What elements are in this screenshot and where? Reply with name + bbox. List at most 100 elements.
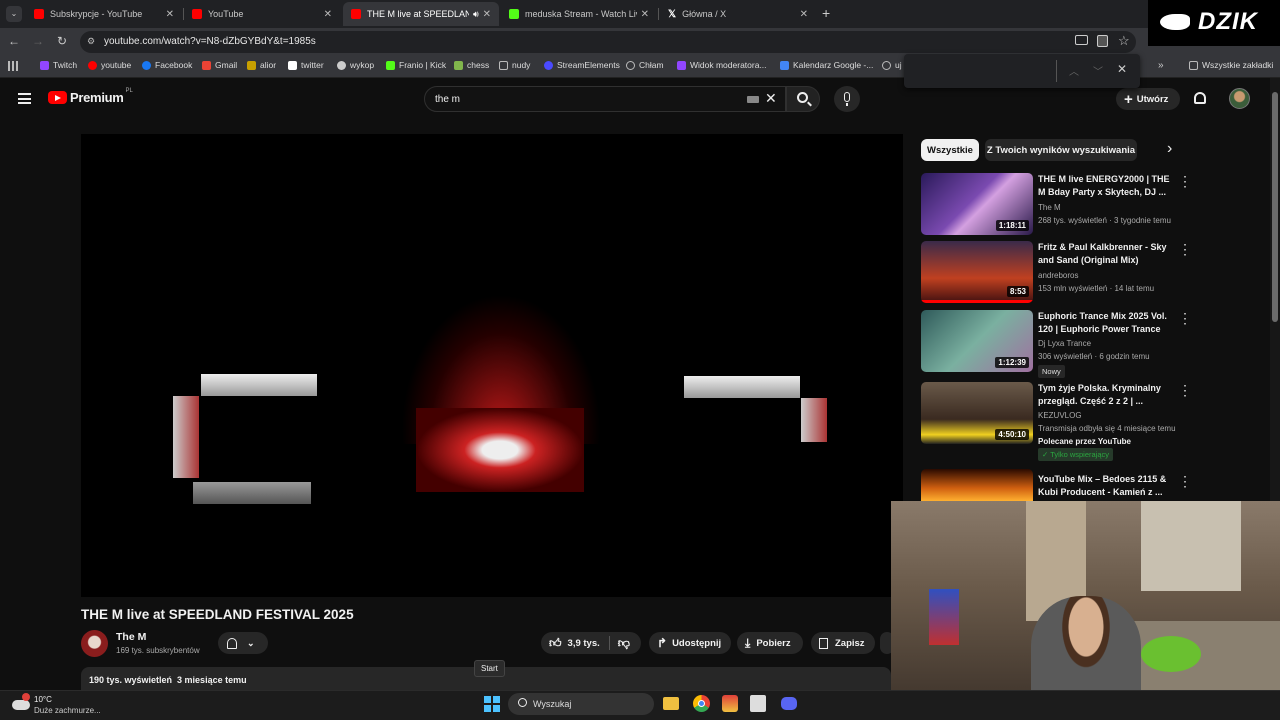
weather-widget[interactable]: 10°C Duże zachmurze... bbox=[10, 692, 110, 718]
find-in-page-bar: ︿ ﹀ ✕ bbox=[904, 54, 1140, 88]
reading-mode-icon[interactable] bbox=[1097, 35, 1108, 47]
new-tab-button[interactable]: + bbox=[822, 5, 830, 21]
bookmark-youtube[interactable]: youtube bbox=[88, 60, 131, 70]
bookmark-uj[interactable]: uj bbox=[882, 60, 902, 70]
site-info-icon[interactable]: ⚙ bbox=[87, 36, 95, 47]
close-find-icon[interactable]: ✕ bbox=[1117, 62, 1127, 76]
taskbar-search-box[interactable]: Wyszukaj bbox=[508, 693, 654, 715]
dislike-button[interactable]: 👎︎ bbox=[618, 636, 630, 651]
rec-title[interactable]: Fritz & Paul Kalkbrenner - Sky and Sand … bbox=[1038, 241, 1170, 267]
rec-channel[interactable]: Dj Lyxa Trance bbox=[1038, 339, 1091, 348]
bookmark-chlam[interactable]: Chłam bbox=[626, 60, 664, 70]
taskbar-app-icon[interactable] bbox=[722, 695, 738, 712]
voice-search-button[interactable] bbox=[834, 86, 860, 112]
close-tab-icon[interactable]: ✕ bbox=[483, 9, 491, 20]
file-explorer-icon[interactable] bbox=[663, 697, 679, 710]
boar-logo-icon bbox=[1160, 14, 1190, 30]
rec-channel[interactable]: andreboros bbox=[1038, 271, 1078, 280]
tab-x[interactable]: 𝕏 Główna / X ✕ bbox=[660, 2, 816, 26]
share-button[interactable]: ↱ Udostępnij bbox=[649, 632, 731, 654]
chrome-icon[interactable] bbox=[693, 695, 710, 712]
create-button[interactable]: + Utwórz bbox=[1116, 88, 1180, 110]
taskbar-app-icon[interactable] bbox=[750, 695, 766, 712]
logo-country-badge: PL bbox=[125, 87, 133, 94]
youtube-play-logo-icon bbox=[48, 91, 67, 104]
bookmark-alior[interactable]: alior bbox=[247, 60, 276, 70]
rec-thumbnail[interactable] bbox=[921, 469, 1033, 501]
tab-speedland-active[interactable]: THE M live at SPEEDLAND F 🔊︎ ✕ bbox=[343, 2, 499, 26]
tab-list-button[interactable]: ⌄ bbox=[6, 6, 22, 22]
more-bookmarks-chevron-icon[interactable]: » bbox=[1158, 60, 1164, 71]
rec-views-age: 306 wyświetleń · 6 godzin temu bbox=[1038, 352, 1150, 361]
chip-from-search[interactable]: Z Twoich wyników wyszukiwania bbox=[985, 139, 1137, 161]
rec-more-vert-icon[interactable]: ⋮ bbox=[1178, 241, 1192, 258]
rec-channel[interactable]: The M bbox=[1038, 203, 1061, 212]
forward-arrow-icon[interactable]: → bbox=[32, 34, 44, 48]
channel-name[interactable]: The M bbox=[116, 631, 146, 643]
tab-meduska[interactable]: meduska Stream - Watch Live o ✕ bbox=[501, 2, 657, 26]
close-tab-icon[interactable]: ✕ bbox=[324, 9, 332, 20]
rec-thumbnail[interactable]: 1:12:39 bbox=[921, 310, 1033, 372]
reload-icon[interactable]: ↻ bbox=[57, 34, 67, 48]
install-app-icon[interactable] bbox=[1075, 35, 1088, 45]
rec-title[interactable]: THE M live ENERGY2000 | THE M Bday Party… bbox=[1038, 173, 1170, 199]
bookmark-chess[interactable]: chess bbox=[454, 60, 489, 70]
rec-thumbnail[interactable]: 1:18:11 bbox=[921, 173, 1033, 235]
hamburger-menu-icon[interactable] bbox=[18, 93, 31, 104]
url-text: youtube.com/watch?v=N8-dZbGYBdY&t=1985s bbox=[104, 36, 316, 47]
stage-screen-left-top bbox=[201, 374, 317, 396]
notifications-bell-icon[interactable] bbox=[1194, 92, 1206, 104]
bookmark-streamelements[interactable]: StreamElements bbox=[544, 60, 620, 70]
download-button[interactable]: ⤓ Pobierz bbox=[737, 632, 803, 654]
speaker-icon[interactable]: 🔊︎ bbox=[473, 9, 479, 20]
apps-grid-icon[interactable] bbox=[8, 61, 18, 71]
rec-thumbnail[interactable]: 8:53 bbox=[921, 241, 1033, 303]
keyboard-icon[interactable] bbox=[747, 96, 759, 103]
subscription-bell-button[interactable]: ⌄ bbox=[218, 632, 268, 654]
discord-icon[interactable] bbox=[781, 697, 797, 710]
streamer-brand-overlay: DZIK bbox=[1148, 0, 1280, 46]
clear-search-icon[interactable]: ✕ bbox=[765, 90, 777, 107]
bookmark-star-icon[interactable]: ☆ bbox=[1118, 33, 1130, 49]
close-tab-icon[interactable]: ✕ bbox=[641, 9, 649, 20]
all-bookmarks-folder[interactable]: Wszystkie zakładki bbox=[1189, 60, 1273, 70]
youtube-logo[interactable]: Premium PL bbox=[48, 87, 133, 105]
bookmark-twitter[interactable]: twitter bbox=[288, 60, 324, 70]
rec-title[interactable]: YouTube Mix – Bedoes 2115 & Kubi Produce… bbox=[1038, 473, 1170, 499]
save-button[interactable]: Zapisz bbox=[811, 632, 875, 654]
windows-start-icon[interactable] bbox=[484, 696, 500, 712]
close-tab-icon[interactable]: ✕ bbox=[166, 9, 174, 20]
find-previous-icon[interactable]: ︿ bbox=[1069, 63, 1079, 78]
channel-avatar[interactable] bbox=[81, 630, 108, 657]
tab-youtube[interactable]: YouTube ✕ bbox=[184, 2, 340, 26]
rec-more-vert-icon[interactable]: ⋮ bbox=[1178, 382, 1192, 399]
bookmark-facebook[interactable]: Facebook bbox=[142, 60, 192, 70]
search-button[interactable] bbox=[786, 86, 820, 112]
bookmark-wykop[interactable]: wykop bbox=[337, 60, 374, 70]
bookmark-gmail[interactable]: Gmail bbox=[202, 60, 237, 70]
close-tab-icon[interactable]: ✕ bbox=[800, 9, 808, 20]
back-arrow-icon[interactable]: ← bbox=[8, 34, 20, 48]
like-button[interactable]: 👍︎ 3,9 tys. bbox=[549, 636, 600, 651]
search-input[interactable]: the m ✕ bbox=[424, 86, 786, 112]
rec-title[interactable]: Euphoric Trance Mix 2025 Vol. 120 | Euph… bbox=[1038, 310, 1170, 336]
page-scrollbar[interactable] bbox=[1270, 78, 1280, 501]
bookmark-folder-nudy[interactable]: nudy bbox=[499, 60, 530, 70]
find-next-icon[interactable]: ﹀ bbox=[1093, 63, 1103, 78]
rec-thumbnail[interactable]: 4:50:10 bbox=[921, 382, 1033, 444]
rec-more-vert-icon[interactable]: ⋮ bbox=[1178, 310, 1192, 327]
bookmark-twitch[interactable]: Twitch bbox=[40, 60, 77, 70]
rec-title[interactable]: Tym żyje Polska. Kryminalny przegląd. Cz… bbox=[1038, 382, 1170, 408]
chip-all[interactable]: Wszystkie bbox=[921, 139, 979, 161]
rec-more-vert-icon[interactable]: ⋮ bbox=[1178, 473, 1192, 490]
video-player[interactable] bbox=[81, 134, 903, 597]
bookmark-kalendarz[interactable]: Kalendarz Google -... bbox=[780, 60, 873, 70]
tab-subskrypcje[interactable]: Subskrypcje - YouTube ✕ bbox=[26, 2, 182, 26]
bookmark-widok-moderatora[interactable]: Widok moderatora... bbox=[677, 60, 767, 70]
rec-more-vert-icon[interactable]: ⋮ bbox=[1178, 173, 1192, 190]
account-avatar[interactable] bbox=[1229, 88, 1250, 109]
bookmark-kick[interactable]: Franio | Kick bbox=[386, 60, 446, 70]
chips-next-chevron-icon[interactable]: › bbox=[1167, 140, 1172, 158]
scrollbar-thumb[interactable] bbox=[1272, 92, 1278, 322]
rec-channel[interactable]: KEZUVLOG bbox=[1038, 411, 1082, 420]
